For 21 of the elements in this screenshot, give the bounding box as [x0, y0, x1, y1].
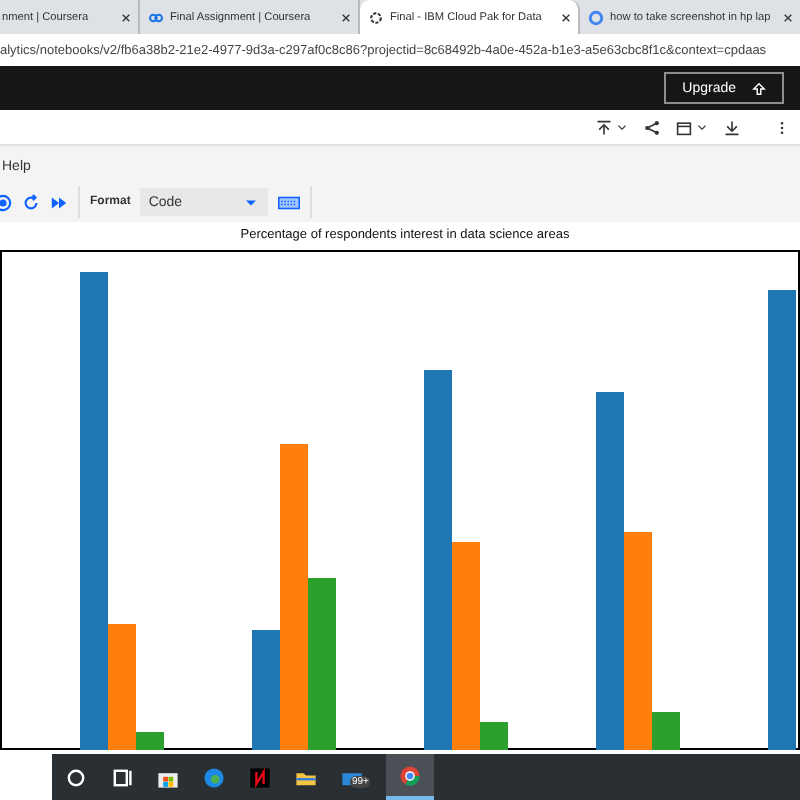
close-icon[interactable] [122, 13, 130, 21]
chevron-icon[interactable] [616, 119, 628, 135]
task-view-icon[interactable] [110, 765, 134, 789]
share-icon[interactable] [644, 119, 660, 135]
browser-icon[interactable] [202, 765, 226, 789]
chevron-icon[interactable] [696, 119, 708, 135]
download-icon[interactable] [724, 119, 740, 135]
restart-icon[interactable] [22, 193, 40, 211]
fast-forward-icon[interactable] [50, 193, 68, 211]
search-icon[interactable] [64, 765, 88, 789]
caret-icon [246, 199, 257, 205]
publish-icon[interactable] [596, 119, 612, 135]
app-icon[interactable] [248, 765, 272, 789]
link-icon [148, 9, 164, 25]
browser-icon [398, 763, 422, 787]
taskbar-button[interactable] [386, 754, 434, 800]
upload-icon [752, 81, 766, 95]
close-icon[interactable] [784, 13, 792, 21]
keyboard-icon[interactable] [278, 195, 301, 209]
close-icon[interactable] [562, 13, 570, 21]
close-icon[interactable] [342, 13, 350, 21]
